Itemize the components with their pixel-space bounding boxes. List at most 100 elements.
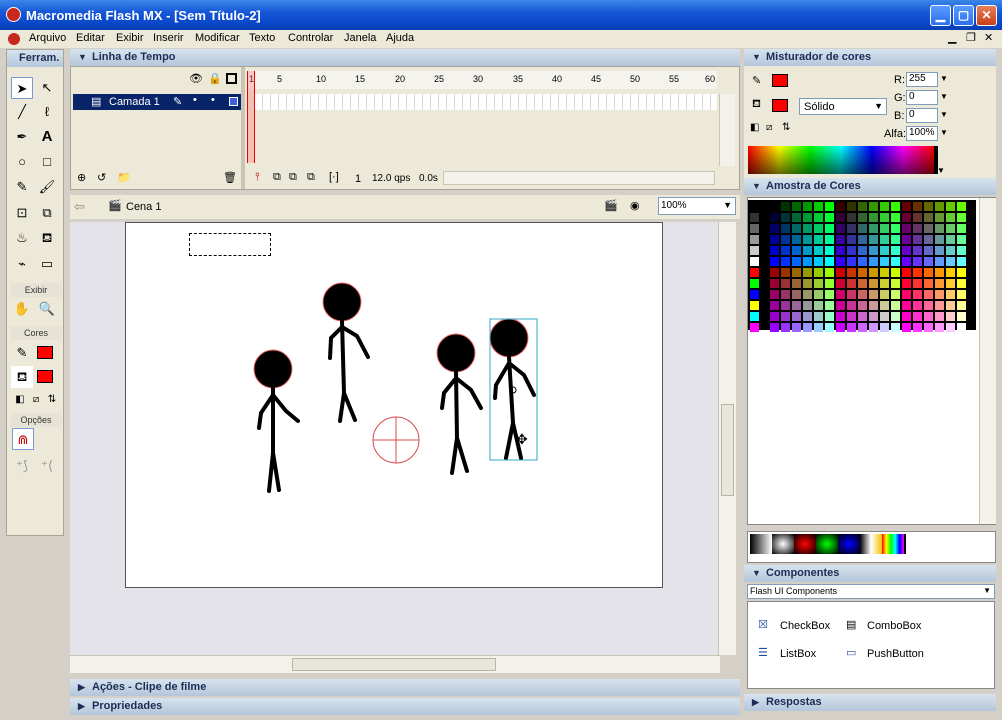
onion-outline-icon[interactable]: ⧉ <box>289 171 297 184</box>
color-swatch[interactable] <box>814 224 823 233</box>
color-swatch[interactable] <box>803 213 812 222</box>
menu-modificar[interactable]: Modificar <box>195 32 240 44</box>
pencil-tool-icon[interactable]: ✎ <box>11 176 33 198</box>
straighten-option-icon[interactable]: ⁺⟨ <box>36 455 58 477</box>
color-swatch[interactable] <box>792 224 801 233</box>
eraser-tool-icon[interactable]: ▭ <box>36 253 58 275</box>
color-swatch[interactable] <box>750 257 759 266</box>
color-swatch[interactable] <box>869 290 878 299</box>
color-swatch[interactable] <box>750 246 759 255</box>
color-swatch[interactable] <box>825 257 834 266</box>
color-swatch[interactable] <box>847 257 856 266</box>
color-swatch[interactable] <box>946 290 955 299</box>
color-swatch[interactable] <box>803 246 812 255</box>
color-swatch[interactable] <box>935 323 944 332</box>
color-swatch[interactable] <box>825 279 834 288</box>
color-swatch[interactable] <box>957 224 966 233</box>
paint-bucket-tool-icon[interactable]: ⛾ <box>36 227 58 249</box>
color-swatch[interactable] <box>957 268 966 277</box>
fill-type-select[interactable]: Sólido ▼ <box>799 98 887 115</box>
color-swatch[interactable] <box>781 202 790 211</box>
color-swatch[interactable] <box>792 268 801 277</box>
color-swatch[interactable] <box>781 279 790 288</box>
color-swatch[interactable] <box>750 323 759 332</box>
color-swatch[interactable] <box>858 257 867 266</box>
color-swatch[interactable] <box>825 224 834 233</box>
color-swatch[interactable] <box>946 279 955 288</box>
color-swatch[interactable] <box>770 235 779 244</box>
color-swatch[interactable] <box>750 202 759 211</box>
chevron-down-icon[interactable]: ▼ <box>940 92 948 101</box>
chevron-down-icon[interactable]: ▼ <box>940 128 948 137</box>
menu-ajuda[interactable]: Ajuda <box>386 32 414 44</box>
color-swatch[interactable] <box>935 312 944 321</box>
color-swatch[interactable] <box>836 246 845 255</box>
snap-magnet-icon[interactable]: ⋒ <box>12 428 34 450</box>
color-swatch[interactable] <box>880 257 889 266</box>
component-listbox[interactable]: ListBox <box>780 648 816 660</box>
color-swatch[interactable] <box>913 301 922 310</box>
swatches-vscroll[interactable] <box>979 198 996 524</box>
color-swatch[interactable] <box>858 290 867 299</box>
color-swatch[interactable] <box>869 279 878 288</box>
color-swatch[interactable] <box>946 246 955 255</box>
color-swatch[interactable] <box>902 301 911 310</box>
insert-folder-icon[interactable]: 📁 <box>117 171 131 184</box>
color-swatch[interactable] <box>880 279 889 288</box>
color-swatch[interactable] <box>902 213 911 222</box>
color-swatch[interactable] <box>902 312 911 321</box>
maximize-button[interactable]: ▢ <box>953 5 974 26</box>
color-swatch[interactable] <box>902 290 911 299</box>
color-swatch[interactable] <box>935 268 944 277</box>
color-swatch[interactable] <box>957 301 966 310</box>
timeline-hscroll[interactable] <box>443 171 715 185</box>
rectangle-tool-icon[interactable]: □ <box>36 151 58 173</box>
color-swatch[interactable] <box>891 213 900 222</box>
insert-layer-icon[interactable]: ⊕ <box>77 171 86 184</box>
color-swatch[interactable] <box>924 202 933 211</box>
color-swatch[interactable] <box>924 246 933 255</box>
color-swatch[interactable] <box>957 235 966 244</box>
color-swatch[interactable] <box>836 213 845 222</box>
layer-lock-dot[interactable]: • <box>211 94 215 106</box>
fill-transform-tool-icon[interactable]: ⧉ <box>36 202 58 224</box>
stroke-pencil-icon[interactable]: ✎ <box>752 74 761 87</box>
color-swatch[interactable] <box>825 202 834 211</box>
color-swatch[interactable] <box>891 323 900 332</box>
color-swatch[interactable] <box>858 323 867 332</box>
onion-markers-icon[interactable]: [·] <box>329 171 339 183</box>
color-swatch[interactable] <box>836 235 845 244</box>
color-swatch[interactable] <box>836 301 845 310</box>
stage-hscroll-thumb[interactable] <box>292 658 496 671</box>
onion-skin-icon[interactable]: ⧉ <box>273 171 281 184</box>
color-swatch[interactable] <box>792 279 801 288</box>
color-swatch[interactable] <box>924 268 933 277</box>
pushbutton-component-icon[interactable]: ▭ <box>846 646 856 659</box>
stroke-color-icon[interactable]: ✎ <box>11 342 33 364</box>
color-swatch[interactable] <box>847 290 856 299</box>
gradient-swatch[interactable] <box>816 534 838 554</box>
color-swatch[interactable] <box>902 268 911 277</box>
checkbox-component-icon[interactable]: ☒ <box>758 618 768 631</box>
mixer-none-icon[interactable]: ⧄ <box>766 122 772 133</box>
color-swatch[interactable] <box>946 268 955 277</box>
color-swatch[interactable] <box>825 246 834 255</box>
color-swatch[interactable] <box>781 224 790 233</box>
color-swatch[interactable] <box>858 301 867 310</box>
color-swatch[interactable] <box>803 224 812 233</box>
fill-bucket-icon[interactable]: ⛾ <box>752 98 761 112</box>
color-swatch[interactable] <box>880 290 889 299</box>
color-swatch[interactable] <box>869 235 878 244</box>
fill-color-icon[interactable]: ⛾ <box>11 366 33 388</box>
line-tool-icon[interactable]: ╱ <box>11 101 33 123</box>
color-swatch[interactable] <box>792 301 801 310</box>
layer-visible-dot[interactable]: • <box>193 94 197 106</box>
lock-icon[interactable]: 🔒 <box>208 72 222 85</box>
color-swatch[interactable] <box>847 202 856 211</box>
color-swatch[interactable] <box>847 301 856 310</box>
menu-arquivo[interactable]: Arquivo <box>29 32 66 44</box>
center-frame-icon[interactable]: ⫯ <box>255 171 260 184</box>
stage-vscroll-thumb[interactable] <box>721 404 734 496</box>
color-swatch[interactable] <box>957 202 966 211</box>
color-swatch[interactable] <box>792 213 801 222</box>
